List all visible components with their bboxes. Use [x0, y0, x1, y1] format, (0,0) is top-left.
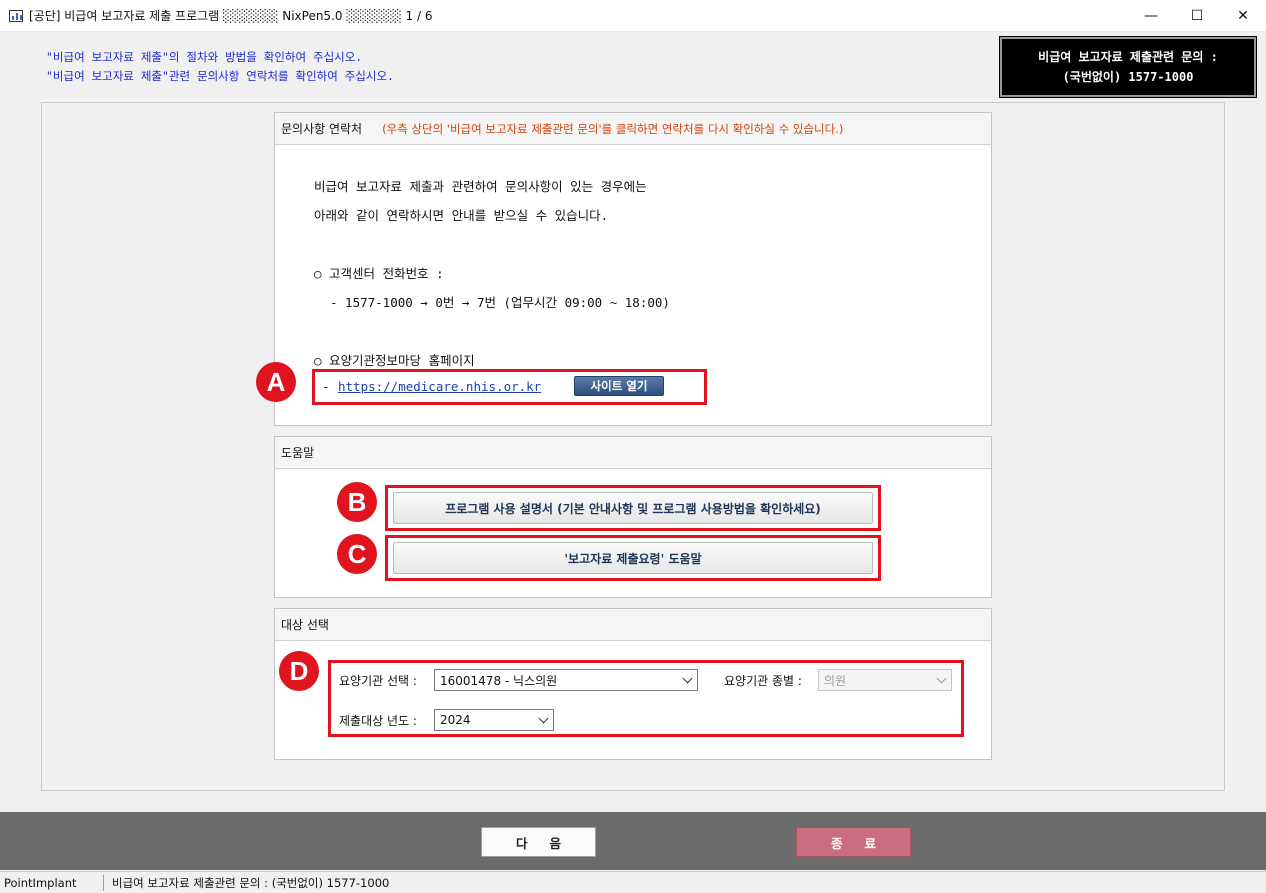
next-button[interactable]: 다음 [481, 827, 596, 857]
help-group-title: 도움말 [281, 446, 315, 460]
phone-detail: - 1577-1000 → 0번 → 7번 (업무시간 09:00 ~ 18:0… [330, 295, 670, 310]
status-right-text: 비급여 보고자료 제출관련 문의 : (국번없이) 1577-1000 [112, 875, 390, 890]
notice-line-2: "비급여 보고자료 제출"관련 문의사항 연락처를 확인하여 주십시오. [46, 69, 394, 83]
contact-intro-line-1: 비급여 보고자료 제출과 관련하여 문의사항이 있는 경우에는 [314, 179, 647, 194]
exit-button[interactable]: 종료 [796, 827, 911, 857]
target-group-header: 대상 선택 [275, 609, 991, 641]
target-group-title: 대상 선택 [281, 618, 329, 632]
annotation-badge-a: A [256, 362, 296, 402]
notice-line-1: "비급여 보고자료 제출"의 절차와 방법을 확인하여 주십시오. [46, 50, 363, 64]
status-left-text: PointImplant [0, 874, 104, 891]
site-heading: ○ 요양기관정보마당 홈페이지 [314, 353, 475, 368]
annotation-badge-b: B [337, 482, 377, 522]
contact-box-line-1: 비급여 보고자료 제출관련 문의 : [1038, 50, 1218, 64]
window-title: [공단] 비급여 보고자료 제출 프로그램 ░░░░░░ NixPen5.0 ░… [29, 9, 433, 23]
annotation-frame-b [385, 485, 881, 531]
bottom-bar [0, 812, 1266, 870]
contact-intro-line-2: 아래와 같이 연락하시면 안내를 받으실 수 있습니다. [314, 208, 609, 223]
maximize-icon[interactable]: ☐ [1174, 0, 1220, 32]
notice: "비급여 보고자료 제출"의 절차와 방법을 확인하여 주십시오. "비급여 보… [46, 48, 394, 86]
contact-inquiry-button[interactable]: 비급여 보고자료 제출관련 문의 : (국번없이) 1577-1000 [999, 36, 1257, 98]
annotation-badge-d: D [279, 651, 319, 691]
annotation-frame-c [385, 535, 881, 581]
close-icon[interactable]: ✕ [1220, 0, 1266, 32]
annotation-badge-c: C [337, 534, 377, 574]
contact-group-header: 문의사항 연락처 (우측 상단의 '비급여 보고자료 제출관련 문의'를 클릭하… [275, 113, 991, 145]
contact-group-note: (우측 상단의 '비급여 보고자료 제출관련 문의'를 클릭하면 연락처를 다시… [382, 121, 844, 136]
status-bar: PointImplant 비급여 보고자료 제출관련 문의 : (국번없이) 1… [0, 871, 1266, 893]
annotation-frame-d [328, 660, 964, 737]
annotation-frame-a [312, 369, 707, 405]
minimize-icon[interactable]: — [1128, 0, 1174, 32]
contact-group-title: 문의사항 연락처 [281, 122, 363, 136]
app-chart-icon [9, 9, 23, 22]
phone-heading: ○ 고객센터 전화번호 : [314, 266, 444, 281]
help-group-header: 도움말 [275, 437, 991, 469]
contact-box-line-2: (국번없이) 1577-1000 [1062, 70, 1194, 84]
title-bar: [공단] 비급여 보고자료 제출 프로그램 ░░░░░░ NixPen5.0 ░… [0, 0, 1266, 32]
